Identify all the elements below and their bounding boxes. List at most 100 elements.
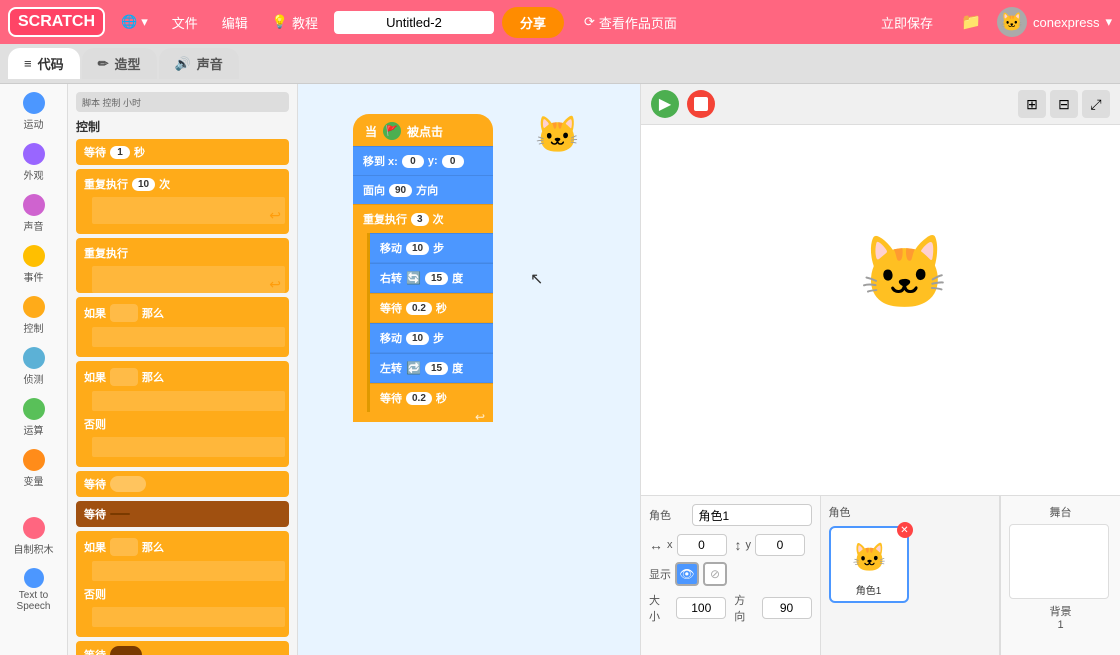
- events-dot: [23, 245, 45, 267]
- share-button[interactable]: 分享: [502, 7, 564, 38]
- avatar: 🐱: [997, 7, 1027, 37]
- category-text-to-speech[interactable]: Text to Speech: [4, 564, 64, 616]
- hide-button[interactable]: ⊘: [703, 562, 727, 586]
- block-move2[interactable]: 移动 10 步: [370, 323, 493, 353]
- motion-dot: [23, 92, 45, 114]
- repeat-inner: 移动 10 步 右转 🔄 15 度 等待: [367, 233, 493, 412]
- sprite-list: 角色 ✕ 🐱 角色1: [821, 496, 1001, 655]
- block-left-turn[interactable]: 左转 🔄 15 度: [370, 353, 493, 383]
- scratch-logo: SCRATCH: [8, 7, 105, 37]
- small-stage-button[interactable]: ⊞: [1018, 90, 1046, 118]
- hat-block[interactable]: 当 🚩 被点击: [353, 114, 493, 146]
- stage-thumb-canvas[interactable]: [1009, 524, 1109, 599]
- block-wait-2[interactable]: 等待 0.2 秒: [370, 383, 493, 412]
- block-if[interactable]: 如果 那么: [76, 297, 289, 357]
- category-sound[interactable]: 声音: [4, 190, 64, 237]
- blocks-panel: 运动 外观 声音 事件 控制 侦测 运算 变量: [0, 84, 68, 655]
- block-wait-until[interactable]: 等待: [76, 471, 289, 497]
- category-operators[interactable]: 运算: [4, 394, 64, 441]
- tab-sounds[interactable]: 🔊 声音: [159, 48, 239, 79]
- tab-code[interactable]: ≡ 代码: [8, 48, 80, 79]
- block-if2[interactable]: 如果 那么 否则: [76, 531, 289, 637]
- block-wait-1[interactable]: 等待 0.2 秒: [370, 293, 493, 323]
- block-face-dir[interactable]: 面向 90 方向: [353, 175, 493, 204]
- costumes-tab-icon: ✏: [98, 56, 109, 72]
- red-stop-button[interactable]: [687, 90, 715, 118]
- category-motion[interactable]: 运动: [4, 88, 64, 135]
- sprite-delete-button[interactable]: ✕: [897, 522, 913, 538]
- cursor-indicator: ↖: [530, 269, 543, 289]
- block-right-turn[interactable]: 右转 🔄 15 度: [370, 263, 493, 293]
- cat-sprite-stage[interactable]: 🐱: [860, 231, 950, 316]
- category-sensing[interactable]: 侦测: [4, 343, 64, 390]
- block-wait2[interactable]: 等待: [76, 501, 289, 527]
- topbar: SCRATCH 🌐 ▾ 文件 编辑 💡 教程 分享 ⟳ 查看作品页面 立即保存 …: [0, 0, 1120, 44]
- block-repeat3[interactable]: 重复执行 3 次 移动 10 步 右转: [353, 204, 493, 422]
- block-move1[interactable]: 移动 10 步: [370, 233, 493, 263]
- large-stage-button[interactable]: ⊟: [1050, 90, 1078, 118]
- category-variables[interactable]: 变量: [4, 445, 64, 492]
- stage-view-buttons: ⊞ ⊟ ⤢: [1018, 90, 1110, 118]
- category-events[interactable]: 事件: [4, 241, 64, 288]
- sprite-panel: 角色 ↔ x ↕ y 显示 �: [641, 495, 1120, 655]
- block-move-to[interactable]: 移到 x: 0 y: 0: [353, 146, 493, 175]
- size-input[interactable]: [676, 597, 726, 619]
- palette-section-control: 控制: [76, 118, 289, 135]
- user-dropdown-icon: ▾: [1105, 14, 1112, 30]
- right-turn-icon: 🔄: [406, 271, 421, 285]
- main: 运动 外观 声音 事件 控制 侦测 运算 变量: [0, 84, 1120, 655]
- sprite-info: 角色 ↔ x ↕ y 显示 �: [641, 496, 821, 655]
- green-flag-icon: 🚩: [383, 122, 401, 140]
- sprite-name-input[interactable]: [692, 504, 812, 526]
- x-coord-input[interactable]: [677, 534, 727, 556]
- category-looks[interactable]: 外观: [4, 139, 64, 186]
- direction-input[interactable]: [762, 597, 812, 619]
- globe-button[interactable]: 🌐 ▾: [113, 10, 156, 34]
- edit-menu-button[interactable]: 编辑: [214, 9, 256, 36]
- cat-sprite-code-area: 🐱: [535, 114, 580, 156]
- category-control[interactable]: 控制: [4, 292, 64, 339]
- view-page-button[interactable]: ⟳ 查看作品页面: [572, 7, 689, 38]
- project-name-input[interactable]: [334, 11, 494, 34]
- sprite-thumb-cat[interactable]: ✕ 🐱 角色1: [829, 526, 909, 603]
- looks-dot: [23, 143, 45, 165]
- block-if-else[interactable]: 如果 那么 否则: [76, 361, 289, 467]
- block-repeat[interactable]: 重复执行 10 次 ↩: [76, 169, 289, 234]
- stage-bg-count: 背景 1: [1009, 603, 1112, 631]
- sound-dot: [23, 194, 45, 216]
- show-button[interactable]: 👁: [675, 562, 699, 586]
- block-wait3[interactable]: 等待: [76, 641, 289, 655]
- code-area[interactable]: 当 🚩 被点击 移到 x: 0 y: 0 面向 90 方向: [298, 84, 640, 655]
- variables-dot: [23, 449, 45, 471]
- globe-dropdown-icon: ▾: [141, 14, 148, 30]
- globe-icon: 🌐: [121, 14, 137, 30]
- y-coord-group: ↕ y: [735, 534, 806, 556]
- block-wait-sec[interactable]: 等待 1 秒: [76, 139, 289, 165]
- green-flag-button[interactable]: ▶: [651, 90, 679, 118]
- repeat-arrow-icon: ↩: [475, 410, 485, 424]
- tutorials-button[interactable]: 💡 教程: [264, 9, 326, 36]
- view-icon: ⟳: [584, 14, 595, 30]
- file-menu-button[interactable]: 文件: [164, 9, 206, 36]
- block-forever[interactable]: 重复执行 ↩: [76, 238, 289, 293]
- stage-controls: ▶: [651, 90, 715, 118]
- control-dot: [23, 296, 45, 318]
- sprite-info-header: 角色: [649, 504, 812, 526]
- y-coord-input[interactable]: [755, 534, 805, 556]
- palette-scroll-top: 脚本 控制 小时: [76, 92, 289, 112]
- fullscreen-button[interactable]: ⤢: [1082, 90, 1110, 118]
- show-hide-controls: 显示 👁 ⊘: [649, 562, 812, 586]
- stage-header: ▶ ⊞ ⊟ ⤢: [641, 84, 1120, 125]
- left-turn-icon: 🔄: [406, 361, 421, 375]
- palette: 脚本 控制 小时 控制 等待 1 秒 重复执行 10 次 ↩: [68, 84, 298, 655]
- tab-costumes[interactable]: ✏ 造型: [82, 48, 157, 79]
- code-tab-icon: ≡: [24, 56, 32, 71]
- category-myblocks[interactable]: 自制积木: [4, 513, 64, 560]
- main-block-stack[interactable]: 当 🚩 被点击 移到 x: 0 y: 0 面向 90 方向: [353, 114, 493, 422]
- user-area[interactable]: 🐱 conexpress ▾: [997, 7, 1112, 37]
- sensing-dot: [23, 347, 45, 369]
- tabbar: ≡ 代码 ✏ 造型 🔊 声音: [0, 44, 1120, 84]
- stage-canvas[interactable]: 🐱: [641, 125, 1120, 495]
- save-button[interactable]: 立即保存: [869, 7, 945, 38]
- cloud-button[interactable]: 📁: [953, 8, 989, 36]
